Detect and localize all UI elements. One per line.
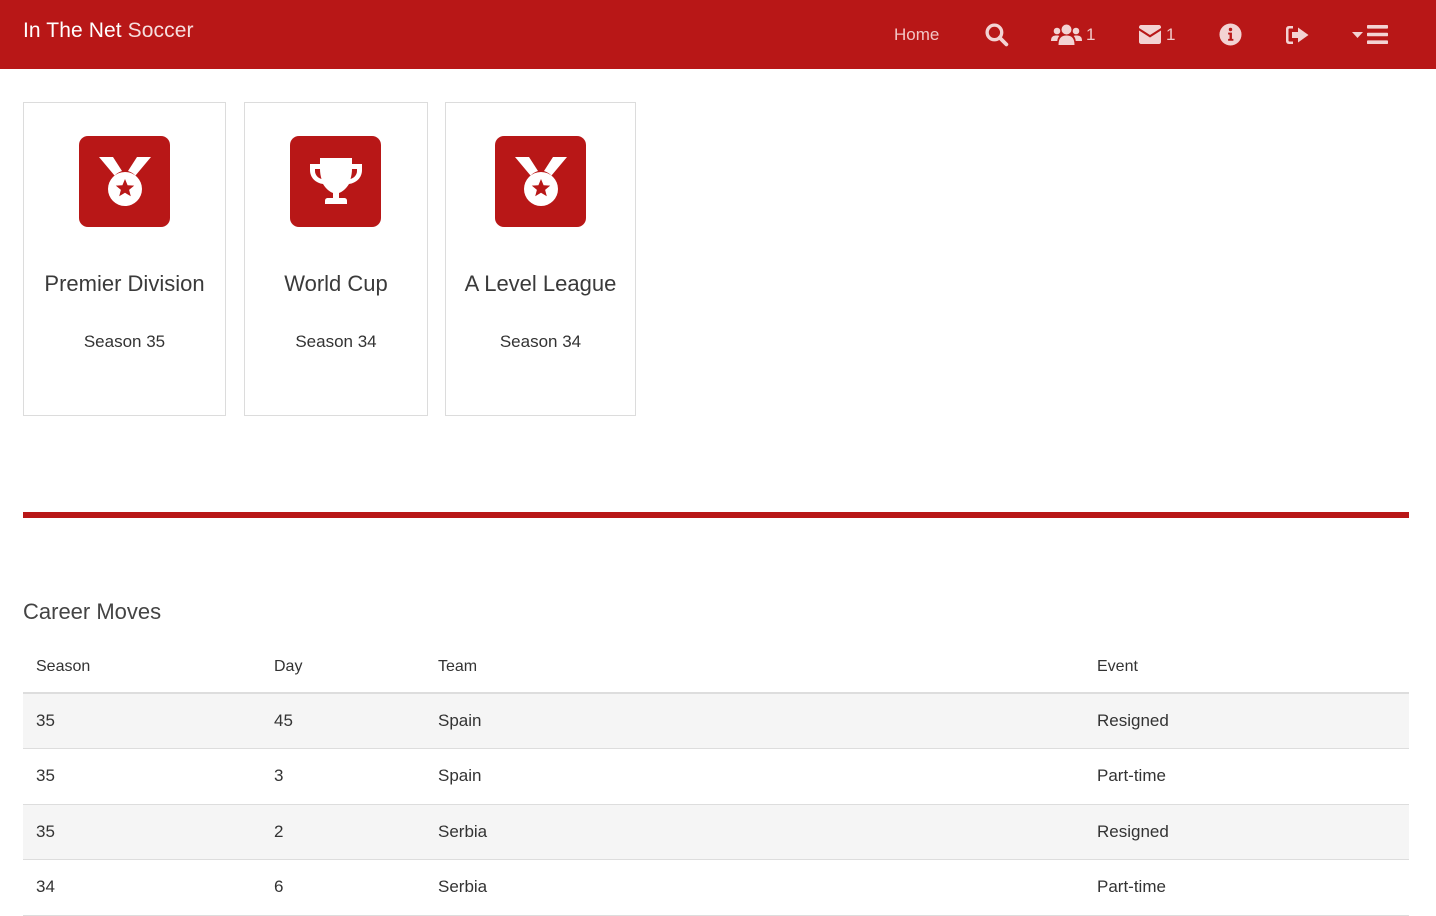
table-row: 35 45 Spain Resigned (23, 693, 1409, 749)
envelope-icon (1139, 25, 1161, 44)
nav-friends-button[interactable]: 1 (1051, 0, 1095, 69)
cell-season: 35 (23, 804, 261, 860)
nav-info-button[interactable] (1219, 0, 1242, 69)
competition-icon-box (79, 136, 170, 227)
cell-team: Serbia (425, 859, 1084, 916)
career-moves-title: Career Moves (23, 599, 162, 624)
info-circle-icon (1219, 23, 1242, 46)
competition-season: Season 34 (499, 332, 582, 351)
brand-name-bold: In The Net (23, 19, 122, 42)
caret-down-icon (1352, 32, 1363, 38)
cell-season: 35 (23, 748, 261, 805)
nav-home-link[interactable]: Home (894, 0, 939, 69)
column-header-team[interactable]: Team (425, 641, 1084, 694)
table-row: 35 3 Spain Part-time (23, 748, 1409, 805)
table-row: 34 6 Serbia Part-time (23, 859, 1409, 916)
brand-name-thin: Soccer (127, 19, 194, 42)
menu-icon (1367, 25, 1388, 44)
nav-messages-button[interactable]: 1 (1138, 0, 1175, 69)
brand-logo[interactable]: In The Net Soccer (23, 19, 194, 43)
table-row: 35 2 Serbia Resigned (23, 804, 1409, 860)
cell-day: 6 (261, 859, 425, 916)
search-icon (985, 23, 1009, 47)
competition-season: Season 34 (295, 332, 377, 351)
cell-day: 2 (261, 804, 425, 860)
cell-event: Resigned (1084, 804, 1409, 860)
competition-card[interactable]: Premier Division Season 35 (23, 102, 226, 416)
career-moves-table: Season Day Team Event 35 45 Spain Resign… (23, 641, 1409, 916)
trophy-icon (309, 157, 362, 204)
top-navbar: In The Net Soccer Home 1 1 (0, 0, 1436, 69)
cell-team: Spain (425, 693, 1084, 749)
competition-card[interactable]: A Level League Season 34 (445, 102, 636, 416)
nav-menu-dropdown[interactable] (1352, 0, 1388, 69)
competition-season: Season 35 (83, 332, 166, 351)
cell-day: 45 (261, 693, 425, 749)
medal-icon (514, 156, 567, 206)
cell-event: Resigned (1084, 693, 1409, 749)
cell-team: Spain (425, 748, 1084, 805)
column-header-day[interactable]: Day (261, 641, 425, 694)
messages-count-badge: 1 (1166, 24, 1176, 44)
medal-icon (98, 156, 151, 206)
nav-search-button[interactable] (984, 0, 1009, 69)
sign-out-icon (1286, 25, 1309, 44)
cell-event: Part-time (1084, 748, 1409, 805)
cell-day: 3 (261, 748, 425, 805)
competition-title: A Level League (464, 271, 617, 296)
nav-logout-button[interactable] (1285, 0, 1310, 69)
cell-season: 35 (23, 693, 261, 749)
section-divider (23, 512, 1409, 518)
competition-icon-box (290, 136, 381, 227)
friends-count-badge: 1 (1086, 24, 1096, 44)
cell-team: Serbia (425, 804, 1084, 860)
competition-card[interactable]: World Cup Season 34 (244, 102, 428, 416)
competition-icon-box (495, 136, 586, 227)
column-header-event[interactable]: Event (1084, 641, 1409, 694)
users-icon (1051, 24, 1082, 45)
competition-title: Premier Division (44, 271, 205, 296)
competition-title: World Cup (284, 271, 388, 296)
column-header-season[interactable]: Season (23, 641, 261, 694)
cell-season: 34 (23, 859, 261, 916)
cell-event: Part-time (1084, 859, 1409, 916)
table-header-row: Season Day Team Event (23, 641, 1409, 694)
